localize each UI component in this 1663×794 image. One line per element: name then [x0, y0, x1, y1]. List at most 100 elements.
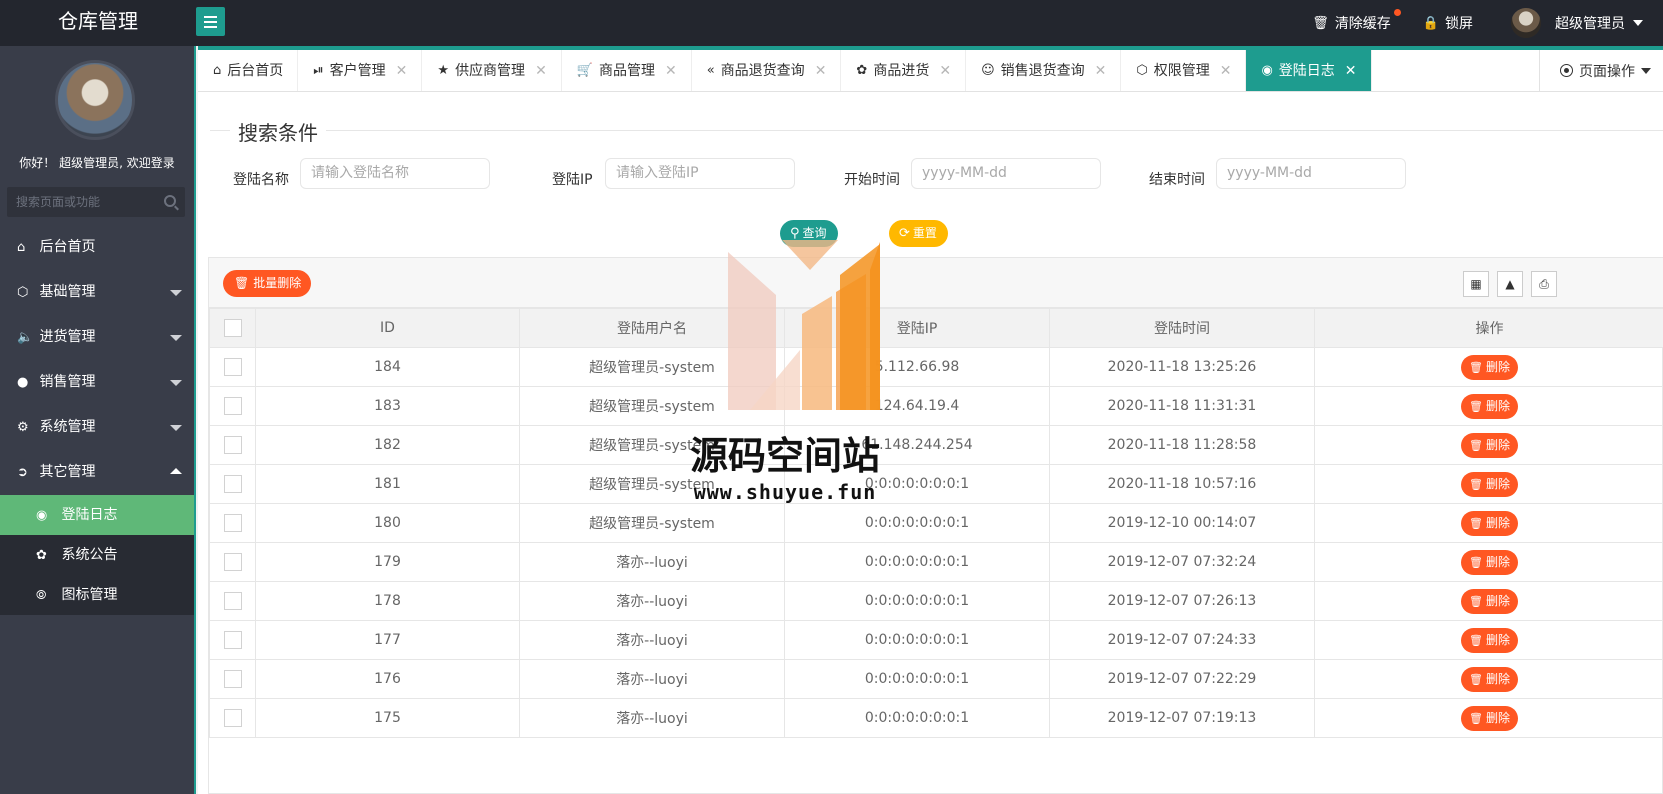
clear-cache-button[interactable]: 🗑 清除缓存	[1312, 9, 1401, 33]
tab-goods-return[interactable]: « 商品退货查询 ✕	[692, 50, 842, 91]
chevron-down-icon	[1641, 67, 1651, 74]
close-icon[interactable]: ✕	[815, 51, 827, 91]
close-icon[interactable]: ✕	[1220, 51, 1232, 91]
tab-permission[interactable]: ⬡ 权限管理 ✕	[1121, 50, 1247, 91]
cell-id: 182	[255, 425, 520, 465]
delete-button[interactable]: 🗑 删除	[1461, 666, 1518, 692]
sidebar-item-home[interactable]: ⌂ 后台首页	[0, 225, 194, 270]
select-all-checkbox[interactable]	[223, 319, 242, 337]
sidebar-search-input[interactable]: 搜索页面或功能	[7, 187, 185, 217]
start-time-input[interactable]: yyyy-MM-dd	[911, 158, 1101, 189]
table-row: 179 落亦--luoyi 0:0:0:0:0:0:0:1 2019-12-07…	[209, 542, 1663, 582]
close-icon[interactable]: ✕	[665, 51, 677, 91]
chevron-down-icon	[170, 335, 182, 341]
column-header-actions: 操作	[1314, 308, 1663, 348]
row-checkbox[interactable]	[223, 475, 242, 493]
batch-delete-label: 批量删除	[253, 276, 302, 290]
trash-icon: 🗑	[1469, 516, 1483, 530]
search-fieldset: 搜索条件	[210, 117, 1663, 146]
lock-screen-button[interactable]: 🔒 锁屏	[1423, 13, 1473, 33]
delete-label: 删除	[1485, 593, 1510, 608]
login-ip-input[interactable]: 请输入登陆IP	[605, 158, 795, 189]
welcome-text: 你好！ 超级管理员, 欢迎登录	[19, 156, 175, 170]
pause-circle-icon: ⏯	[313, 62, 324, 78]
sidebar-subitem-login-log[interactable]: ◉ 登陆日志	[0, 495, 194, 535]
search-icon[interactable]	[164, 195, 176, 207]
sidebar-item-purchase[interactable]: 🔈 进货管理	[0, 315, 194, 360]
print-icon[interactable]: ⎙	[1531, 271, 1557, 297]
column-header-user[interactable]: 登陆用户名	[519, 308, 785, 348]
table-header-row: ID 登陆用户名 登陆IP 登陆时间 操作	[209, 308, 1663, 348]
sidebar-item-label: 销售管理	[39, 374, 96, 390]
tab-home[interactable]: ⌂ 后台首页	[198, 50, 299, 91]
tab-supplier[interactable]: ★ 供应商管理 ✕	[422, 50, 562, 91]
close-icon[interactable]: ✕	[535, 51, 547, 91]
delete-button[interactable]: 🗑 删除	[1461, 549, 1518, 575]
row-checkbox[interactable]	[223, 397, 242, 415]
tab-goods-purchase[interactable]: ✿ 商品进货 ✕	[841, 50, 967, 91]
sidebar-item-system[interactable]: ⚙ 系统管理	[0, 405, 194, 450]
cube-icon: ⬡	[17, 285, 29, 300]
page-operations-dropdown[interactable]: 页面操作	[1539, 50, 1663, 91]
sidebar-item-basic[interactable]: ⬡ 基础管理	[0, 270, 194, 315]
cell-id: 180	[255, 503, 520, 543]
row-checkbox[interactable]	[223, 592, 242, 610]
columns-filter-icon[interactable]: ▦	[1463, 271, 1489, 297]
column-header-time[interactable]: 登陆时间	[1049, 308, 1315, 348]
export-icon[interactable]: ▲	[1497, 271, 1523, 297]
delete-button[interactable]: 🗑 删除	[1461, 393, 1518, 419]
sidebar-item-sales[interactable]: ● 销售管理	[0, 360, 194, 405]
cell-id: 175	[255, 698, 520, 738]
cell-time: 2019-12-07 07:32:24	[1049, 542, 1315, 582]
end-time-input[interactable]: yyyy-MM-dd	[1216, 158, 1406, 189]
sidebar-submenu-other: ◉ 登陆日志 ✿ 系统公告 ⦾ 图标管理	[0, 495, 194, 615]
close-icon[interactable]: ✕	[1345, 51, 1357, 91]
sidebar-subitem-notice[interactable]: ✿ 系统公告	[0, 535, 194, 575]
delete-button[interactable]: 🗑 删除	[1461, 510, 1518, 536]
trash-icon: 🗑	[1312, 15, 1329, 31]
login-name-input[interactable]: 请输入登陆名称	[300, 158, 490, 189]
trash-icon: 🗑	[1469, 438, 1483, 452]
lock-icon: 🔒	[1422, 15, 1439, 31]
cube-icon: ⬡	[1136, 62, 1148, 78]
delete-button[interactable]: 🗑 删除	[1461, 354, 1518, 380]
tab-label: 登陆日志	[1278, 62, 1335, 79]
query-button[interactable]: ⚲ 查询	[780, 220, 838, 247]
row-checkbox[interactable]	[223, 709, 242, 727]
delete-button[interactable]: 🗑 删除	[1461, 705, 1518, 731]
tab-customer[interactable]: ⏯ 客户管理 ✕	[298, 50, 423, 91]
reset-button[interactable]: ⟳ 重置	[889, 220, 948, 247]
delete-button[interactable]: 🗑 删除	[1461, 432, 1518, 458]
cell-id: 184	[255, 347, 520, 387]
close-icon[interactable]: ✕	[396, 51, 408, 91]
row-checkbox[interactable]	[223, 436, 242, 454]
tab-label: 商品退货查询	[720, 62, 805, 79]
tab-goods[interactable]: 🛒 商品管理 ✕	[562, 50, 692, 91]
row-checkbox[interactable]	[223, 553, 242, 571]
column-header-ip[interactable]: 登陆IP	[784, 308, 1050, 348]
row-select-cell	[209, 464, 256, 504]
tab-login-log[interactable]: ◉ 登陆日志 ✕	[1246, 50, 1372, 91]
batch-delete-button[interactable]: 🗑 批量删除	[223, 270, 312, 297]
close-icon[interactable]: ✕	[1095, 51, 1107, 91]
cell-time: 2020-11-18 10:57:16	[1049, 464, 1315, 504]
row-checkbox[interactable]	[223, 631, 242, 649]
delete-button[interactable]: 🗑 删除	[1461, 471, 1518, 497]
user-menu[interactable]: 超级管理员	[1511, 8, 1643, 38]
sidebar-item-other[interactable]: ➲ 其它管理	[0, 450, 194, 495]
row-checkbox[interactable]	[223, 670, 242, 688]
sidebar-subitem-icons[interactable]: ⦾ 图标管理	[0, 575, 194, 615]
sidebar-item-label: 进货管理	[39, 329, 96, 345]
row-checkbox[interactable]	[223, 358, 242, 376]
row-select-cell	[209, 347, 256, 387]
delete-button[interactable]: 🗑 删除	[1461, 627, 1518, 653]
delete-button[interactable]: 🗑 删除	[1461, 588, 1518, 614]
tab-sales-return[interactable]: ☺ 销售退货查询 ✕	[966, 50, 1122, 91]
menu-toggle-button[interactable]	[196, 7, 225, 36]
column-header-id[interactable]: ID	[255, 308, 520, 348]
close-icon[interactable]: ✕	[939, 51, 951, 91]
row-checkbox[interactable]	[223, 514, 242, 532]
search-legend: 搜索条件	[230, 117, 326, 146]
delete-label: 删除	[1485, 671, 1510, 686]
row-select-cell	[209, 698, 256, 738]
